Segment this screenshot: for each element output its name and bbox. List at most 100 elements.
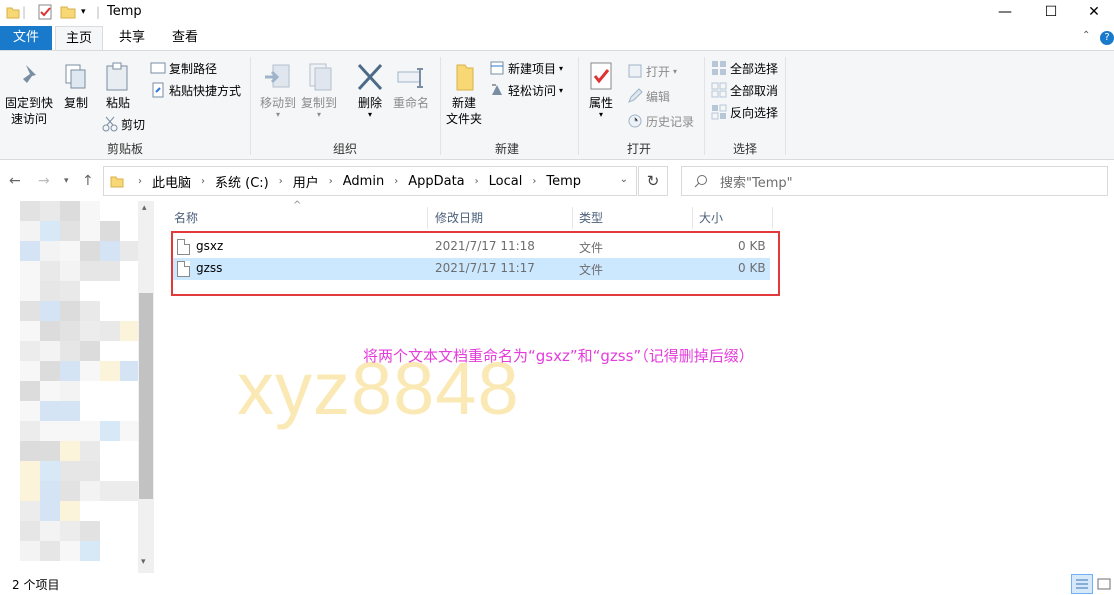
column-divider[interactable] xyxy=(572,207,573,229)
column-divider[interactable] xyxy=(427,207,428,229)
properties-button[interactable]: 属性 ▾ xyxy=(584,61,618,119)
scroll-up-icon[interactable]: ▴ xyxy=(142,203,147,213)
blurred-tile xyxy=(40,501,60,521)
column-header-name[interactable]: 名称 xyxy=(174,207,424,229)
column-header-type[interactable]: 类型 xyxy=(579,207,689,229)
column-header-size[interactable]: 大小 xyxy=(699,207,769,229)
open-button[interactable]: 打开 ▾ xyxy=(627,61,677,81)
move-to-button[interactable]: 移动到 ▾ xyxy=(258,61,298,119)
recent-locations-dropdown-icon[interactable]: ▾ xyxy=(64,176,69,186)
new-folder-button[interactable]: 新建 文件夹 xyxy=(444,61,484,127)
search-placeholder: 搜索"Temp" xyxy=(720,175,793,191)
properties-label: 属性 xyxy=(588,96,613,110)
blurred-tile xyxy=(20,281,40,301)
blurred-tile xyxy=(20,481,40,501)
move-to-label: 移动到 xyxy=(259,96,296,110)
navigation-pane[interactable]: ▴ ▾ xyxy=(0,201,154,573)
copy-to-button[interactable]: 复制到 ▾ xyxy=(299,61,339,119)
close-button[interactable]: ✕ xyxy=(1074,0,1114,24)
crumb-label: AppData xyxy=(408,173,465,189)
delete-button[interactable]: 删除 ▾ xyxy=(352,61,388,119)
blurred-tile xyxy=(40,541,60,561)
edit-label: 编辑 xyxy=(646,89,671,104)
blurred-tile xyxy=(60,461,80,481)
crumb-label: Local xyxy=(488,173,523,189)
address-row: ← → ▾ ↑ › 此电脑 › 系统 (C:) › 用户 › Admin › AppDa… xyxy=(0,161,1114,201)
copy-path-button[interactable]: 复制路径 xyxy=(150,58,217,78)
paste-shortcut-button[interactable]: 粘贴快捷方式 xyxy=(150,80,241,100)
delete-dropdown-icon: ▾ xyxy=(367,110,372,119)
folder-icon xyxy=(6,3,20,21)
new-folder-qa-icon[interactable] xyxy=(60,3,76,21)
tab-home[interactable]: 主页 xyxy=(55,26,103,51)
refresh-button[interactable]: ↻ xyxy=(638,166,668,196)
easy-access-button[interactable]: 轻松访问 ▾ xyxy=(489,80,563,100)
properties-check-icon xyxy=(590,62,612,90)
blurred-tile xyxy=(120,321,140,341)
blurred-tile xyxy=(20,381,40,401)
collapse-ribbon-icon[interactable]: ⌃ xyxy=(1082,30,1090,41)
chevron-right-icon: › xyxy=(394,175,399,187)
breadcrumb-this-pc[interactable]: 此电脑 › xyxy=(152,172,213,191)
breadcrumb-appdata[interactable]: AppData › xyxy=(408,174,486,189)
minimize-button[interactable]: — xyxy=(982,0,1028,24)
search-input[interactable]: 搜索"Temp" xyxy=(681,166,1108,196)
blurred-tile xyxy=(80,361,100,381)
blurred-tile xyxy=(20,341,40,361)
crumb-label: 用户 xyxy=(292,175,319,191)
breadcrumb-users[interactable]: 用户 › xyxy=(293,172,341,191)
blurred-tile xyxy=(60,361,80,381)
refresh-icon: ↻ xyxy=(646,172,660,190)
large-icons-view-button[interactable] xyxy=(1093,574,1114,594)
select-none-button[interactable]: 全部取消 xyxy=(711,80,778,100)
scroll-down-icon[interactable]: ▾ xyxy=(141,557,146,567)
breadcrumb-temp[interactable]: Temp xyxy=(546,174,581,189)
chevron-right-icon: › xyxy=(278,175,283,187)
tab-file[interactable]: 文件 xyxy=(0,26,52,50)
rename-button[interactable]: 重命名 xyxy=(391,61,431,111)
breadcrumb-admin[interactable]: Admin › xyxy=(343,174,406,189)
cut-button[interactable]: 剪切 xyxy=(102,114,145,134)
blurred-tile xyxy=(40,381,60,401)
select-all-label: 全部选择 xyxy=(730,61,779,76)
address-dropdown-icon[interactable]: ⌄ xyxy=(620,174,628,185)
paste-button[interactable]: 粘贴 xyxy=(101,61,135,111)
paste-shortcut-icon xyxy=(152,82,164,98)
maximize-button[interactable]: ☐ xyxy=(1028,0,1074,24)
copy-button[interactable]: 复制 xyxy=(60,61,92,111)
select-all-button[interactable]: 全部选择 xyxy=(711,58,778,78)
breadcrumb-local[interactable]: Local › xyxy=(489,174,545,189)
breadcrumb-root[interactable]: › xyxy=(128,176,150,187)
nav-scrollbar[interactable]: ▴ ▾ xyxy=(138,201,154,573)
group-separator xyxy=(704,57,705,155)
tab-view[interactable]: 查看 xyxy=(161,26,209,50)
column-divider[interactable] xyxy=(772,207,773,229)
help-icon[interactable]: ? xyxy=(1100,31,1114,45)
scissors-icon xyxy=(102,116,118,132)
pin-icon xyxy=(19,65,36,87)
nav-scroll-thumb[interactable] xyxy=(139,293,153,499)
history-button[interactable]: 历史记录 xyxy=(627,111,694,131)
pin-quick-access-button[interactable]: 固定到快 速访问 xyxy=(4,61,54,127)
copy-to-label: 复制到 xyxy=(300,96,337,110)
blurred-tile xyxy=(60,301,80,321)
column-divider[interactable] xyxy=(692,207,693,229)
column-header-modified[interactable]: 修改日期 xyxy=(435,207,575,229)
up-arrow-icon[interactable]: ↑ xyxy=(82,173,94,189)
invert-selection-button[interactable]: 反向选择 xyxy=(711,102,778,122)
properties-qa-icon[interactable] xyxy=(37,3,53,21)
back-arrow-icon[interactable]: ← xyxy=(9,173,21,189)
address-bar[interactable]: › 此电脑 › 系统 (C:) › 用户 › Admin › AppData › Loca… xyxy=(103,166,637,196)
edit-button[interactable]: 编辑 xyxy=(627,86,670,106)
forward-arrow-icon[interactable]: → xyxy=(38,173,50,189)
new-item-button[interactable]: 新建项目 ▾ xyxy=(489,58,563,78)
tab-share[interactable]: 共享 xyxy=(108,26,156,50)
details-view-button[interactable] xyxy=(1071,574,1093,594)
blurred-tile xyxy=(40,341,60,361)
blurred-tile xyxy=(20,261,40,281)
select-none-label: 全部取消 xyxy=(730,83,779,98)
crumb-label: Temp xyxy=(546,173,581,189)
breadcrumb-c-drive[interactable]: 系统 (C:) › xyxy=(215,172,291,191)
chevron-right-icon: › xyxy=(201,175,206,187)
qa-dropdown-icon[interactable]: ▾ xyxy=(81,3,86,21)
